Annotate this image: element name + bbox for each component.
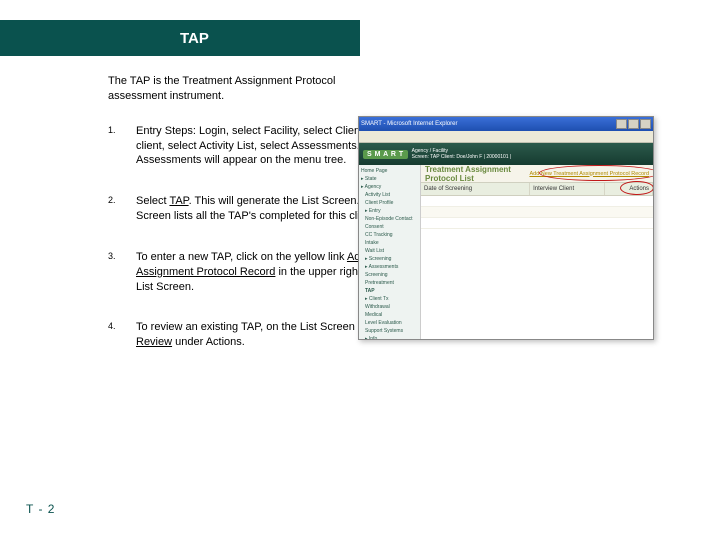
nav-item[interactable]: Withdrawal xyxy=(361,303,418,311)
title-banner: TAP xyxy=(0,20,360,56)
col-client: Interview Client xyxy=(530,183,605,195)
ie-titlebar: SMART - Microsoft Internet Explorer xyxy=(359,117,653,131)
nav-item[interactable]: Level Evaluation xyxy=(361,319,418,327)
smart-header-row: Treatment Assignment Protocol List Add N… xyxy=(421,165,653,183)
smart-screenshot: SMART - Microsoft Internet Explorer S M … xyxy=(358,116,654,340)
ie-toolbar xyxy=(359,131,653,143)
add-record-link[interactable]: Add New Treatment Assignment Protocol Re… xyxy=(529,171,649,177)
nav-item[interactable]: Support Systems xyxy=(361,327,418,335)
slide: TAP The TAP is the Treatment Assignment … xyxy=(0,0,720,540)
nav-item[interactable]: Activity List xyxy=(361,191,418,199)
minimize-icon[interactable] xyxy=(616,119,627,129)
tap-link-ref: TAP xyxy=(169,195,188,207)
nav-item[interactable]: Screening xyxy=(361,271,418,279)
list-rows xyxy=(421,196,653,339)
intro-text: The TAP is the Treatment Assignment Prot… xyxy=(108,74,378,104)
page-title: TAP xyxy=(180,30,209,47)
list-title: Treatment Assignment Protocol List xyxy=(425,165,529,183)
col-actions: Actions xyxy=(605,183,653,195)
smart-banner: S M A R T Agency / Facility Screen: TAP … xyxy=(359,143,653,165)
maximize-icon[interactable] xyxy=(628,119,639,129)
step-number: 4. xyxy=(108,320,136,350)
step-number: 2. xyxy=(108,194,136,224)
nav-item[interactable]: Intake xyxy=(361,239,418,247)
review-link-ref: Review xyxy=(136,336,172,348)
close-icon[interactable] xyxy=(640,119,651,129)
smart-logo: S M A R T xyxy=(363,150,408,159)
table-row xyxy=(421,196,653,207)
nav-item[interactable]: Client Profile xyxy=(361,199,418,207)
step-number: 1. xyxy=(108,124,136,169)
table-row xyxy=(421,207,653,218)
nav-item[interactable]: Client Tx xyxy=(361,295,418,303)
nav-item[interactable]: Pretreatment xyxy=(361,279,418,287)
smart-banner-text: Agency / Facility Screen: TAP Client: Do… xyxy=(412,148,512,160)
nav-item[interactable]: Assessments xyxy=(361,263,418,271)
nav-item[interactable]: Wait List xyxy=(361,247,418,255)
nav-item[interactable]: TAP xyxy=(361,287,418,295)
smart-nav-tree[interactable]: Home PageStateAgencyActivity ListClient … xyxy=(359,165,421,339)
smart-body: Home PageStateAgencyActivity ListClient … xyxy=(359,165,653,339)
nav-item[interactable]: Medical xyxy=(361,311,418,319)
nav-item[interactable]: Agency xyxy=(361,183,418,191)
smart-main: Treatment Assignment Protocol List Add N… xyxy=(421,165,653,339)
nav-item[interactable]: Info xyxy=(361,335,418,340)
ie-title: SMART - Microsoft Internet Explorer xyxy=(361,121,457,127)
nav-item[interactable]: State xyxy=(361,175,418,183)
nav-item[interactable]: Non-Episode Contact xyxy=(361,215,418,223)
table-row xyxy=(421,218,653,229)
col-date: Date of Screening xyxy=(421,183,530,195)
nav-item[interactable]: Screening xyxy=(361,255,418,263)
column-headers: Date of Screening Interview Client Actio… xyxy=(421,183,653,196)
nav-item[interactable]: Entry xyxy=(361,207,418,215)
nav-item[interactable]: Home Page xyxy=(361,167,418,175)
step-number: 3. xyxy=(108,250,136,295)
nav-item[interactable]: CC Tracking xyxy=(361,231,418,239)
nav-item[interactable]: Consent xyxy=(361,223,418,231)
slide-number: T - 2 xyxy=(26,502,55,516)
